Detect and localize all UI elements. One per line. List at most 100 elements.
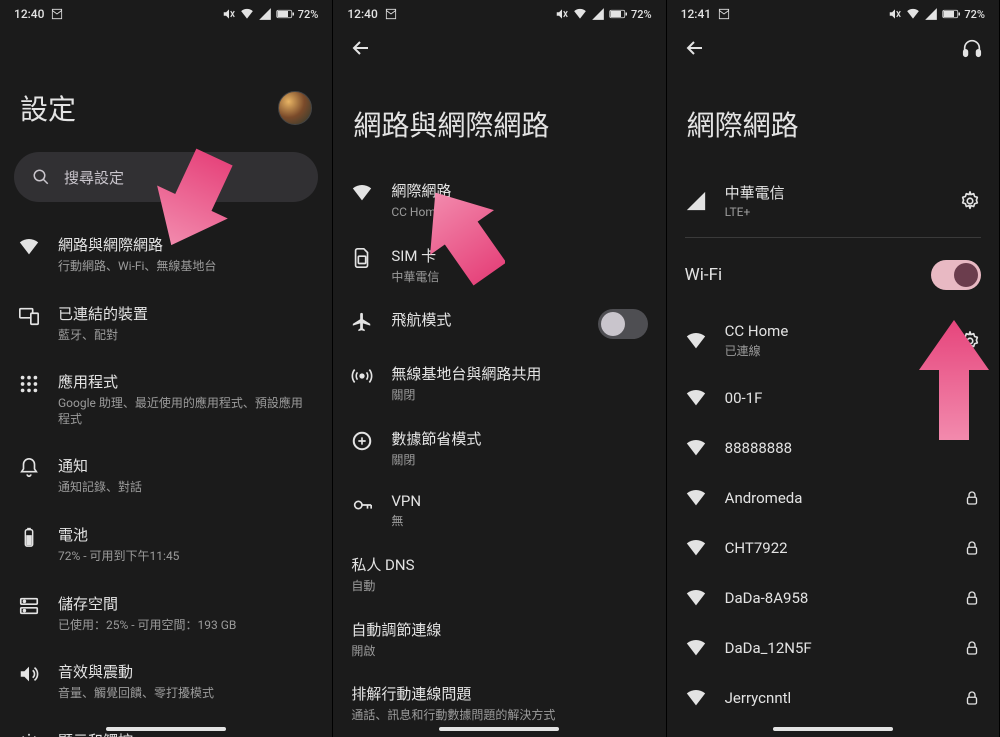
back-button[interactable]: [349, 36, 373, 60]
wifi-network-row[interactable]: CHT7922: [667, 523, 999, 573]
settings-item[interactable]: 音效與震動音量、觸覺回饋、零打擾模式: [0, 647, 332, 716]
search-placeholder: 搜尋設定: [64, 167, 124, 188]
lock-icon: [963, 639, 981, 657]
search-input[interactable]: 搜尋設定: [14, 152, 318, 202]
page-header: 網路與網際網路: [333, 68, 665, 168]
settings-item[interactable]: 應用程式Google 助理、最近使用的應用程式、預設應用程式: [0, 357, 332, 441]
status-battery: 72%: [631, 8, 652, 21]
mute-icon: [555, 7, 569, 21]
wifi-icon: [685, 637, 707, 659]
wifi-ssid: Jerrycnntl: [725, 689, 945, 707]
mute-icon: [888, 7, 902, 21]
item-title: 網路與網際網路: [58, 234, 314, 255]
screen-internet: 12:41 72% 網際網路 中華電信 LTE+ Wi-Fi CC: [667, 0, 1000, 737]
avatar[interactable]: [278, 91, 312, 125]
status-time: 12:40: [14, 7, 44, 21]
wifi-connected-status: 已連線: [725, 342, 941, 359]
lock-icon: [963, 489, 981, 507]
network-item[interactable]: 數據節省模式關閉: [333, 416, 665, 481]
cell-signal-icon: [685, 190, 707, 212]
wifi-network-row[interactable]: 88888888: [667, 423, 999, 473]
datasaver-icon: [351, 430, 373, 452]
network-item[interactable]: SIM 卡中華電信: [333, 233, 665, 298]
screen-settings: 12:40 72% 設定 搜尋設定 網路與網際網路行動網路、Wi-Fi、無線基地…: [0, 0, 333, 737]
wifi-signal-icon: [573, 7, 587, 21]
battery-icon: [942, 9, 960, 19]
sound-icon: [18, 663, 40, 685]
wifi-signal-icon: [240, 7, 254, 21]
item-subtitle: Google 助理、最近使用的應用程式、預設應用程式: [58, 396, 314, 427]
lock-icon: [963, 539, 981, 557]
wifi-icon: [685, 387, 707, 409]
toggle[interactable]: [598, 309, 648, 339]
item-subtitle: 音量、觸覺回饋、零打擾模式: [58, 686, 314, 702]
bell-icon: [18, 457, 40, 479]
screen-network: 12:40 72% 網路與網際網路 網際網路CC HomeSIM 卡中華電信飛航…: [333, 0, 666, 737]
gmail-icon: [717, 7, 731, 21]
network-item[interactable]: 自動調節連線開啟: [333, 607, 665, 672]
settings-item[interactable]: 電池 72% - 可用到下午11:45: [0, 510, 332, 579]
status-battery: 72%: [964, 8, 985, 21]
status-time: 12:40: [347, 7, 377, 21]
battery-icon: [18, 526, 40, 548]
headset-icon[interactable]: [961, 37, 983, 59]
settings-item[interactable]: 通知通知記錄、對話: [0, 441, 332, 510]
wifi-network-row[interactable]: DaDa_12N5F: [667, 623, 999, 673]
wifi-ssid: 00-1F: [725, 389, 981, 407]
wifi-network-row[interactable]: DaDa-8A958: [667, 573, 999, 623]
back-button[interactable]: [683, 36, 707, 60]
item-title: 私人 DNS: [351, 554, 647, 575]
hotspot-icon: [351, 365, 373, 387]
nav-handle[interactable]: [106, 727, 226, 731]
network-item[interactable]: 飛航模式: [333, 297, 665, 351]
item-title: 電池: [58, 524, 314, 545]
item-title: 通知: [58, 455, 314, 476]
item-title: SIM 卡: [391, 245, 647, 266]
item-title: 排解行動連線問題: [351, 683, 647, 704]
vpn-icon: [351, 494, 373, 516]
network-item[interactable]: VPN無: [333, 480, 665, 542]
devices-icon: [18, 305, 40, 327]
item-subtitle: 藍牙、配對: [58, 328, 314, 344]
item-subtitle: 已使用：25% - 可用空間：193 GB: [58, 618, 314, 634]
network-item[interactable]: 網際網路CC Home: [333, 168, 665, 233]
wifi-network-row[interactable]: 00-1F: [667, 373, 999, 423]
page-title: 網際網路: [687, 104, 799, 144]
wifi-icon: [685, 487, 707, 509]
network-item[interactable]: 無線基地台與網路共用關閉: [333, 351, 665, 416]
network-item[interactable]: 私人 DNS自動: [333, 542, 665, 607]
settings-item[interactable]: 儲存空間已使用：25% - 可用空間：193 GB: [0, 579, 332, 648]
status-battery: 72%: [298, 8, 319, 21]
item-title: 儲存空間: [58, 593, 314, 614]
airplane-icon: [351, 311, 373, 333]
nav-handle[interactable]: [439, 727, 559, 731]
wifi-network-row[interactable]: Andromeda: [667, 473, 999, 523]
wifi-connected-row[interactable]: CC Home 已連線: [667, 308, 999, 373]
wifi-icon: [18, 236, 40, 258]
wifi-icon: [351, 182, 373, 204]
page-title: 設定: [20, 88, 76, 128]
status-bar: 12:40 72%: [333, 0, 665, 28]
settings-item[interactable]: 已連結的裝置藍牙、配對: [0, 289, 332, 358]
lock-icon: [963, 689, 981, 707]
wifi-ssid: Andromeda: [725, 489, 945, 507]
wifi-toggle-row: Wi-Fi: [667, 242, 999, 308]
item-subtitle: 開啟: [351, 644, 647, 660]
item-subtitle: 行動網路、Wi-Fi、無線基地台: [58, 259, 314, 275]
wifi-icon: [685, 537, 707, 559]
gear-icon[interactable]: [959, 190, 981, 212]
status-time: 12:41: [681, 7, 711, 21]
item-title: 音效與震動: [58, 661, 314, 682]
carrier-row[interactable]: 中華電信 LTE+: [667, 168, 999, 233]
wifi-network-row[interactable]: Jerrycnntl: [667, 673, 999, 723]
item-subtitle: 72% - 可用到下午11:45: [58, 549, 314, 565]
item-subtitle: CC Home: [391, 205, 647, 221]
wifi-toggle[interactable]: [931, 260, 981, 290]
settings-item[interactable]: 網路與網際網路行動網路、Wi-Fi、無線基地台: [0, 220, 332, 289]
item-subtitle: 關閉: [391, 388, 647, 404]
cell-signal-icon: [591, 7, 605, 21]
wifi-icon: [685, 587, 707, 609]
gear-icon[interactable]: [959, 330, 981, 352]
nav-handle[interactable]: [773, 727, 893, 731]
apps-icon: [18, 373, 40, 395]
